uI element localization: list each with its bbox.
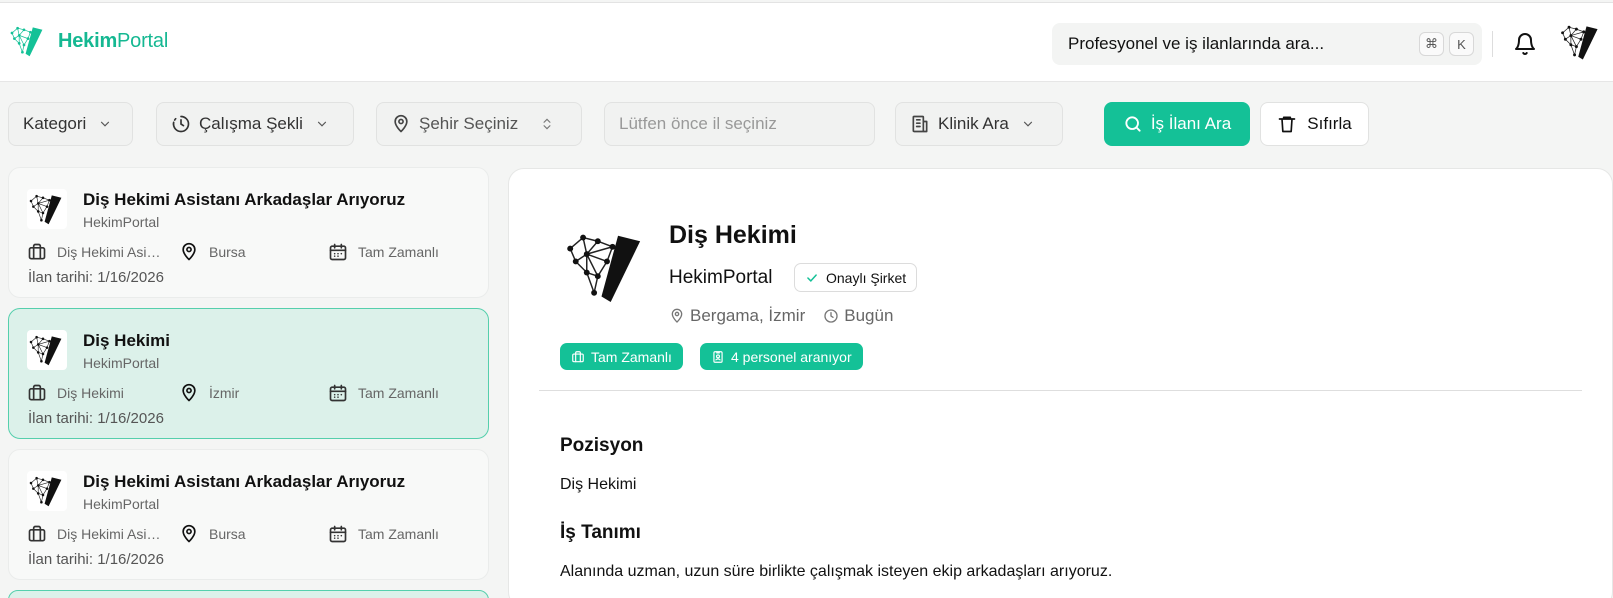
job-date: İlan tarihi: 1/16/2026 [28,410,164,427]
job-type: Tam Zamanlı [328,524,439,544]
logo-text: HekimPortal [58,29,169,52]
clinic-label: Klinik Ara [938,114,1009,133]
job-type: Tam Zamanlı [328,383,439,403]
job-position: Diş Hekimi Asistanı [27,242,177,262]
calendar-icon [328,242,348,262]
check-icon [807,273,817,282]
work-type-select[interactable]: Çalışma Şekli [156,102,354,146]
job-card[interactable]: Diş Hekimi Asistanı Arkadaşlar Arıyoruz … [8,449,489,580]
detail-divider [539,390,1582,391]
job-description-heading: İş Tanımı [560,522,641,543]
employment-type-tag: Tam Zamanlı [560,343,683,370]
clock-icon [824,309,838,323]
category-select[interactable]: Kategori [8,102,133,146]
clock-dashed-icon [172,115,190,133]
map-pin-icon [179,383,199,403]
briefcase-icon [572,350,584,362]
job-date: İlan tarihi: 1/16/2026 [28,269,164,286]
company-logo [27,330,67,370]
briefcase-icon [27,383,47,403]
bell-icon[interactable] [1513,32,1537,56]
briefcase-icon [27,242,47,262]
company-name: HekimPortal [83,496,160,512]
logo-mark-icon [8,21,48,61]
city-label: Şehir Seçiniz [419,114,519,133]
calendar-icon [328,383,348,403]
position-text: Diş Hekimi [560,476,637,493]
search-jobs-button[interactable]: İş İlanı Ara [1104,102,1250,146]
job-description-text: Alanında uzman, uzun süre birlikte çalış… [560,563,1113,580]
map-pin-icon [179,242,199,262]
company-name: HekimPortal [83,214,160,230]
detail-posted: Bugün [844,306,894,325]
job-city: Bursa [179,242,246,262]
position-heading: Pozisyon [560,435,644,456]
company-name: HekimPortal [83,355,160,371]
company-logo [27,471,67,511]
headcount-tag: 4 personel aranıyor [700,343,863,370]
job-city: Bursa [179,524,246,544]
detail-location: Bergama, İzmir [690,306,806,325]
job-date: İlan tarihi: 1/16/2026 [28,551,164,568]
category-label: Kategori [23,114,87,133]
job-card-selected[interactable]: Diş Hekimi HekimPortal Diş Hekimi İzmir … [8,308,489,439]
job-card[interactable]: Diş Hekimi Asistanı Arkadaşlar Arıyoruz … [8,167,489,298]
job-title: Diş Hekimi [83,331,170,350]
company-logo-large [561,221,653,313]
calendar-icon [328,524,348,544]
search-icon [1125,116,1141,132]
job-position: Diş Hekimi Asistanı [27,524,177,544]
city-select[interactable]: Şehir Seçiniz [376,102,582,146]
job-detail-panel: Diş Hekimi HekimPortal Onaylı Şirket Ber… [508,168,1613,598]
clinic-select[interactable]: Klinik Ara [895,102,1063,146]
detail-title: Diş Hekimi [669,221,797,249]
kbd-k: K [1449,32,1474,56]
site-logo[interactable]: HekimPortal [8,21,168,61]
map-pin-icon [394,114,408,133]
id-badge-icon [713,350,723,363]
search-placeholder: Profesyonel ve iş ilanlarında ara... [1068,34,1325,53]
global-search-input[interactable]: Profesyonel ve iş ilanlarında ara... ⌘ K [1052,23,1482,65]
chevron-down-icon [317,121,327,127]
job-title: Diş Hekimi Asistanı Arkadaşlar Arıyoruz [83,472,406,491]
user-avatar[interactable] [1558,19,1604,65]
work-type-label: Çalışma Şekli [199,114,303,133]
reset-button[interactable]: Sıfırla [1260,102,1369,146]
detail-company[interactable]: HekimPortal [669,267,772,289]
company-logo [27,189,67,229]
trash-icon [1278,116,1296,133]
kbd-cmd: ⌘ [1419,32,1444,56]
job-position: Diş Hekimi [27,383,177,403]
briefcase-icon [27,524,47,544]
district-input[interactable]: Lütfen önce il seçiniz [604,102,875,146]
job-card-partial[interactable] [8,590,489,598]
chevron-down-icon [1023,121,1032,127]
job-title: Diş Hekimi Asistanı Arkadaşlar Arıyoruz [83,190,406,209]
top-header: HekimPortal Profesyonel ve iş ilanlarınd… [0,2,1613,82]
header-divider [1492,31,1493,57]
district-placeholder: Lütfen önce il seçiniz [619,114,777,133]
building-icon [912,115,928,133]
chevron-down-icon [101,121,110,127]
map-pin-icon [179,524,199,544]
detail-meta: Bergama, İzmir Bugün [669,306,893,326]
map-pin-icon [671,308,683,323]
chevron-updown-icon [543,118,551,130]
job-type: Tam Zamanlı [328,242,439,262]
verified-company-badge: Onaylı Şirket [794,263,918,292]
job-city: İzmir [179,383,239,403]
